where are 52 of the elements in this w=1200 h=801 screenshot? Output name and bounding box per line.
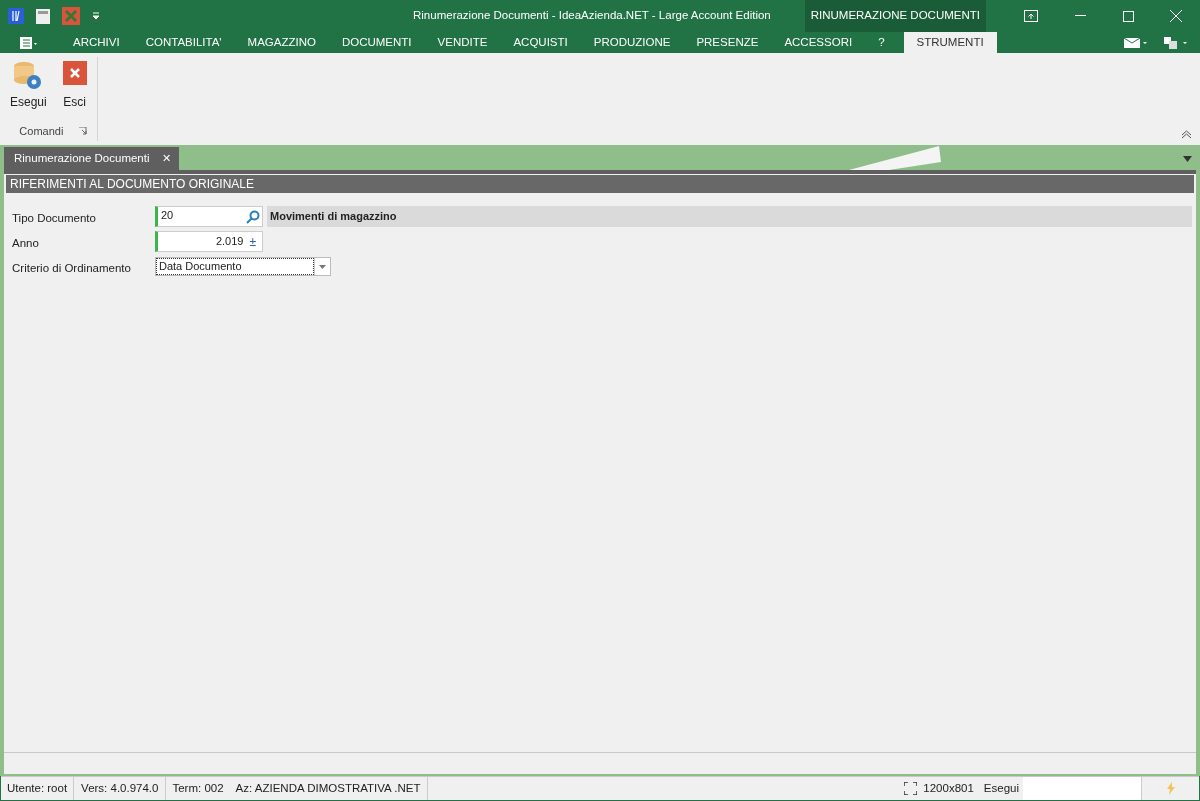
status-version: Vers: 4.0.974.0	[74, 777, 167, 800]
command-label: Esegui	[982, 780, 1020, 796]
menu-tab[interactable]: ARCHIVI	[60, 32, 133, 53]
field-label: Tipo Documento	[12, 210, 97, 226]
menu-tab[interactable]: ?	[865, 32, 898, 53]
run-button[interactable]: Esegui	[6, 61, 51, 111]
description-field: Movimenti di magazzino	[267, 206, 1192, 227]
close-tab-icon[interactable]: ✕	[161, 150, 171, 167]
menu-tab[interactable]: DOCUMENTI	[328, 32, 425, 53]
status-company: Az: AZIENDA DIMOSTRATIVA .NET	[229, 777, 428, 800]
document-tab[interactable]: Rinumerazione Documenti ✕	[4, 147, 179, 170]
ribbon-display-icon	[1024, 10, 1038, 22]
field-label: Criterio di Ordinamento	[12, 260, 132, 276]
collapse-ribbon-icon[interactable]	[1181, 130, 1192, 139]
search-icon[interactable]	[246, 209, 260, 224]
menu-tab[interactable]: CONTABILITA'	[132, 32, 235, 53]
fullscreen-icon[interactable]	[904, 782, 918, 795]
field-label: Anno	[12, 235, 40, 251]
dropdown-icon	[319, 264, 326, 269]
menu-tab[interactable]: MAGAZZINO	[234, 32, 329, 53]
menu-tab[interactable]: PRODUZIONE	[580, 32, 684, 53]
close-icon	[62, 61, 87, 85]
exit-button[interactable]: Esci	[58, 61, 91, 111]
spin-button[interactable]: ±	[249, 232, 256, 251]
menu-tab[interactable]: ACCESSORI	[771, 32, 866, 53]
command-input-field[interactable]	[1023, 777, 1141, 800]
app-logo-icon[interactable]	[8, 8, 24, 24]
menu-icon[interactable]	[20, 36, 38, 49]
menu-tab[interactable]: PRESENZE	[683, 32, 772, 53]
status-resolution: 1200x801	[923, 780, 974, 796]
ribbon-group-label: Comandi	[19, 123, 64, 139]
dropdown-field[interactable]: Data Documento	[155, 257, 331, 276]
dialog-launcher-icon[interactable]	[79, 126, 88, 135]
context-tab-header: RINUMERAZIONE DOCUMENTI	[804, 0, 986, 32]
maximize-icon	[1122, 10, 1134, 22]
mail-icon[interactable]	[1124, 37, 1148, 48]
minimize-icon	[1074, 15, 1086, 17]
calculator-icon[interactable]	[36, 8, 50, 24]
input-field[interactable]: 20	[155, 206, 263, 227]
input-field[interactable]: 2.019 ±	[155, 231, 263, 252]
status-terminal: Term: 002	[171, 780, 225, 796]
database-gear-icon	[13, 61, 44, 91]
close-icon	[1170, 10, 1182, 22]
windows-icon[interactable]	[1164, 36, 1188, 49]
dropdown-icon[interactable]	[92, 12, 100, 20]
dropdown-icon[interactable]	[1183, 156, 1192, 162]
menu-tab[interactable]: STRUMENTI	[903, 32, 997, 53]
window-title: Rinumerazione Documenti - IdeaAzienda.NET - Large Account Edition	[413, 8, 771, 24]
menu-tab[interactable]: ACQUISTI	[500, 32, 581, 53]
status-user: Utente: root	[1, 777, 75, 800]
menu-tab[interactable]: VENDITE	[424, 32, 501, 53]
section-header: RIFERIMENTI AL DOCUMENTO ORIGINALE	[6, 175, 1194, 193]
